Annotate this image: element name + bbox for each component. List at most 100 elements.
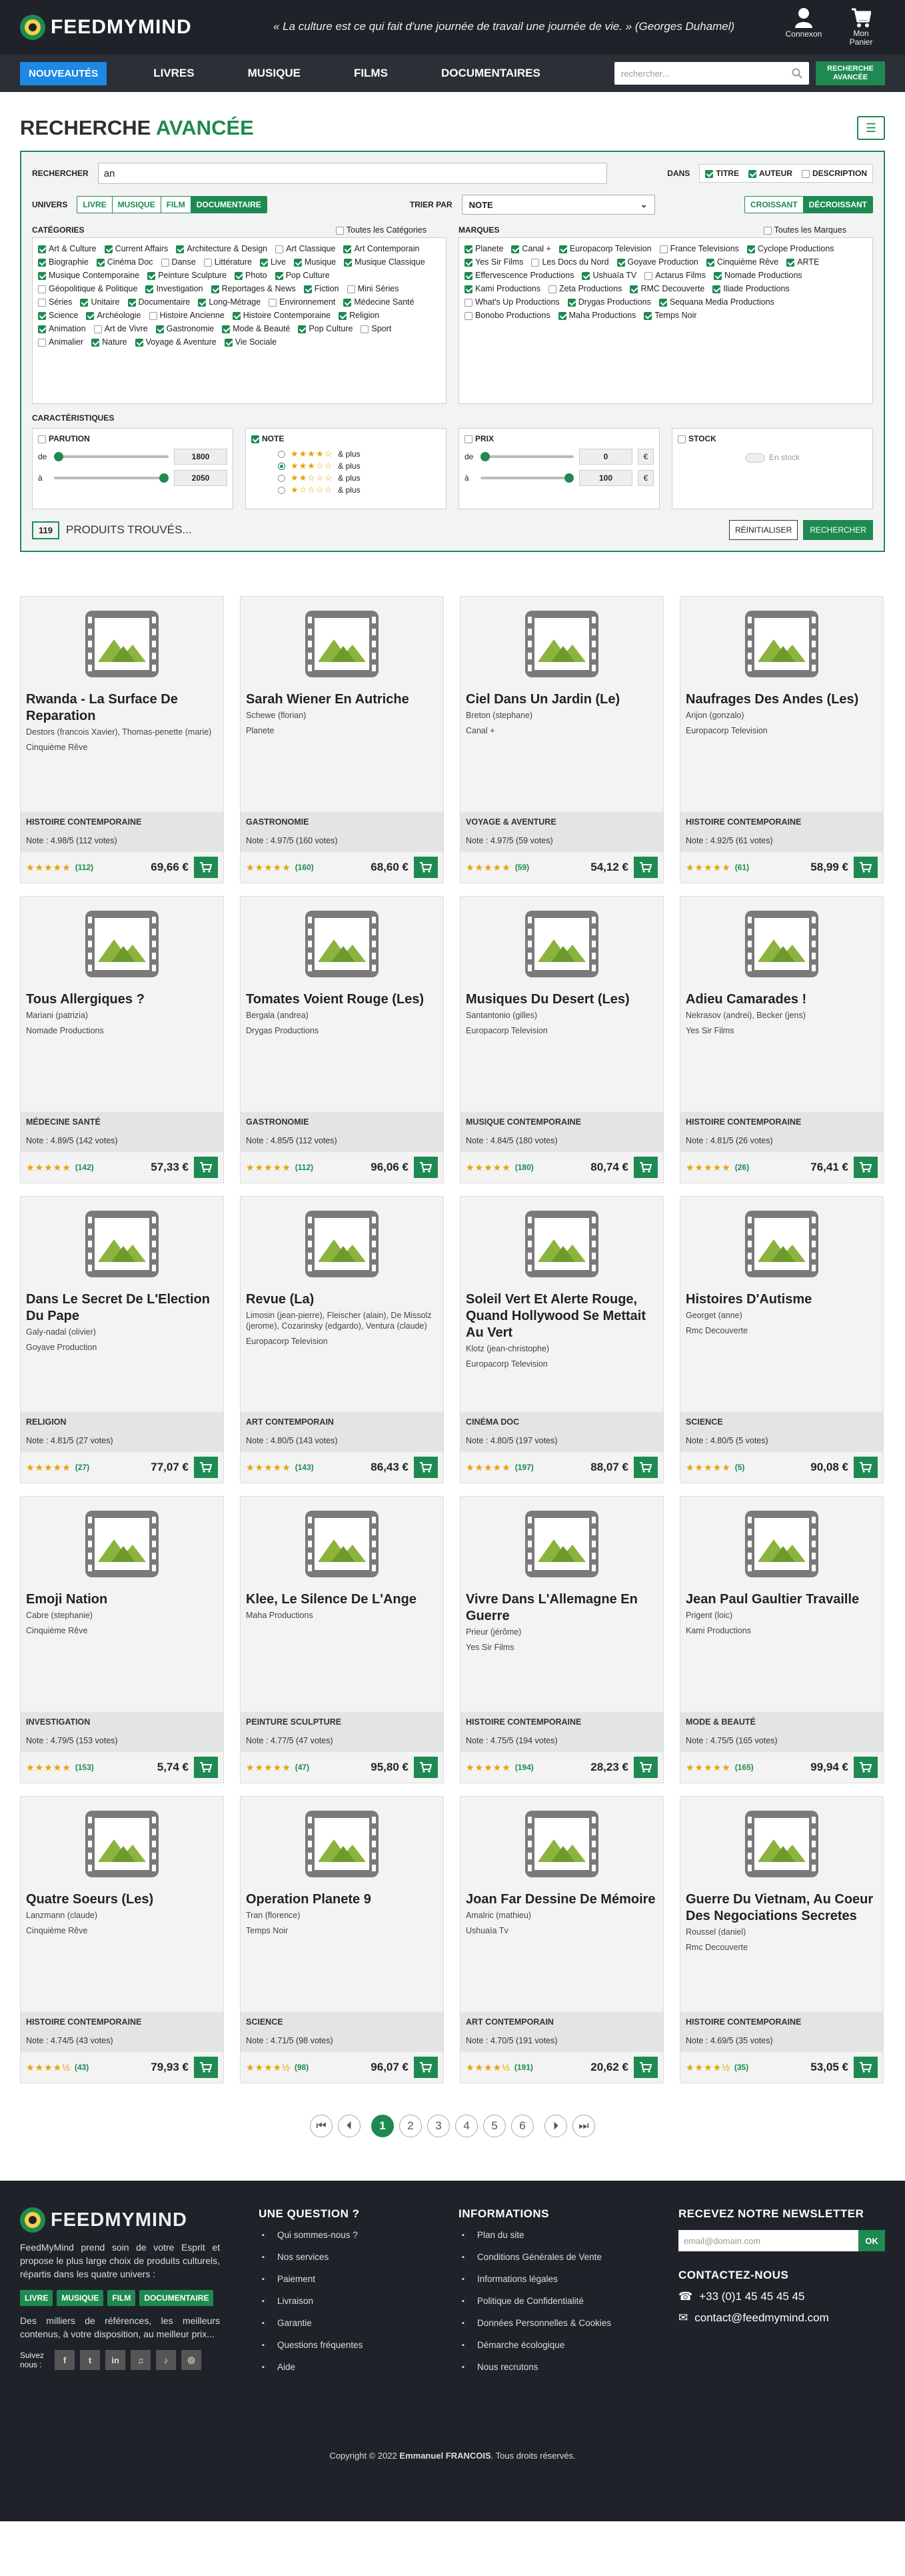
product-title[interactable]: Jean Paul Gaultier Travaille	[686, 1591, 878, 1608]
filter-option[interactable]: Live	[259, 257, 286, 267]
checkbox[interactable]	[558, 311, 566, 320]
add-to-cart-button[interactable]	[194, 1757, 218, 1778]
nav-item-films[interactable]: FILMS	[354, 67, 388, 80]
product-image[interactable]	[241, 897, 443, 991]
univers-film[interactable]: FILM	[161, 197, 191, 213]
filter-option[interactable]: Art de Vivre	[93, 324, 148, 333]
product-title[interactable]: Vivre Dans L'Allemagne En Guerre	[466, 1591, 658, 1625]
checkbox[interactable]	[298, 325, 307, 333]
prix-min-slider[interactable]	[480, 452, 574, 461]
checkbox[interactable]	[176, 245, 185, 253]
checkbox[interactable]	[86, 311, 95, 320]
filter-option[interactable]: RMC Decouverte	[630, 284, 704, 293]
page-button[interactable]: 3	[427, 2115, 450, 2137]
checkbox[interactable]	[706, 258, 714, 267]
reset-button[interactable]: RÉINITIALISER	[728, 520, 798, 540]
prix-max-field[interactable]: 100	[579, 470, 632, 486]
checkbox[interactable]	[339, 311, 347, 320]
add-to-cart-button[interactable]	[854, 2057, 878, 2078]
footer-link[interactable]: ▪ Aide	[259, 2362, 458, 2372]
filter-option[interactable]: Bonobo Productions	[464, 311, 550, 320]
filter-option[interactable]: Unitaire	[80, 297, 120, 307]
product-card[interactable]: Revue (La) Limosin (jean-pierre), Fleisch…	[240, 1196, 444, 1483]
filter-option[interactable]: Goyave Production	[616, 257, 698, 267]
checkbox[interactable]	[464, 258, 472, 267]
filter-option[interactable]: Pop Culture	[275, 271, 330, 280]
checkbox[interactable]	[558, 245, 567, 253]
page-button[interactable]: 1	[371, 2115, 394, 2137]
filter-option[interactable]: Nature	[91, 337, 127, 347]
newsletter-email-input[interactable]: email@domain.com	[678, 2230, 858, 2251]
filter-option[interactable]: Religion	[339, 311, 379, 320]
filter-option[interactable]: Les Docs du Nord	[531, 257, 609, 267]
page-button[interactable]: 6	[511, 2115, 534, 2137]
filter-option[interactable]: Current Affairs	[104, 244, 168, 253]
page-button[interactable]: 2	[399, 2115, 422, 2137]
page-button[interactable]: 5	[483, 2115, 506, 2137]
product-title[interactable]: Quatre Soeurs (Les)	[26, 1891, 218, 1908]
checkbox[interactable]	[361, 325, 369, 333]
parution-min-slider[interactable]	[54, 452, 169, 461]
checkbox[interactable]	[464, 298, 472, 307]
radio[interactable]	[278, 486, 285, 494]
checkbox[interactable]	[464, 245, 472, 253]
product-card[interactable]: Joan Far Dessine De Mémoire Amalric (math…	[460, 1796, 664, 2083]
filter-option[interactable]: Mode & Beauté	[222, 324, 290, 333]
checkbox[interactable]	[145, 285, 154, 293]
product-image[interactable]	[241, 1497, 443, 1591]
product-card[interactable]: Guerre Du Vietnam, Au Coeur Des Negociat…	[680, 1796, 884, 2083]
filter-option[interactable]: Art Classique	[275, 244, 335, 253]
univers-musique[interactable]: MUSIQUE	[112, 197, 161, 213]
checkbox[interactable]	[659, 245, 668, 253]
filter-option[interactable]: Documentaire	[127, 297, 190, 307]
footer-link[interactable]: ▪ Plan du site	[458, 2230, 658, 2240]
filter-option[interactable]: Séries	[38, 297, 72, 307]
checkbox[interactable]	[511, 245, 520, 253]
facebook-icon[interactable]: f	[55, 2350, 75, 2370]
site-logo[interactable]: FEEDMYMIND	[20, 15, 192, 40]
add-to-cart-button[interactable]	[194, 2057, 218, 2078]
dans-option[interactable]: TITRE	[705, 169, 739, 178]
product-image[interactable]	[241, 1797, 443, 1891]
filter-option[interactable]: Musique	[293, 257, 336, 267]
filter-option[interactable]: Drygas Productions	[567, 297, 651, 307]
filter-option[interactable]: Voyage & Aventure	[135, 337, 217, 347]
filter-option[interactable]: Art Contemporain	[343, 244, 419, 253]
checkbox[interactable]	[567, 298, 576, 307]
checkbox[interactable]	[38, 435, 46, 443]
product-title[interactable]: Histoires D'Autisme	[686, 1291, 878, 1308]
product-image[interactable]	[21, 1197, 223, 1291]
add-to-cart-button[interactable]	[854, 1157, 878, 1178]
product-card[interactable]: Jean Paul Gaultier Travaille Prigent (loi…	[680, 1496, 884, 1783]
footer-link[interactable]: ▪ Garantie	[259, 2318, 458, 2328]
dans-option[interactable]: DESCRIPTION	[801, 169, 867, 178]
checkbox[interactable]	[464, 271, 472, 280]
add-to-cart-button[interactable]	[854, 1757, 878, 1778]
product-image[interactable]	[680, 1197, 883, 1291]
parution-min-field[interactable]: 1800	[174, 449, 227, 465]
page-button[interactable]: 4	[455, 2115, 478, 2137]
checkbox[interactable]	[224, 338, 233, 347]
checkbox[interactable]	[343, 245, 352, 253]
product-image[interactable]	[21, 1497, 223, 1591]
product-image[interactable]	[460, 1197, 663, 1291]
footer-tag[interactable]: DOCUMENTAIRE	[139, 2290, 214, 2306]
add-to-cart-button[interactable]	[854, 1457, 878, 1478]
search-icon[interactable]	[792, 68, 802, 79]
checkbox[interactable]	[746, 245, 755, 253]
checkbox[interactable]	[203, 258, 212, 267]
univers-documentaire[interactable]: DOCUMENTAIRE	[191, 197, 267, 213]
filter-option[interactable]: Long-Métrage	[198, 297, 261, 307]
add-to-cart-button[interactable]	[414, 1757, 438, 1778]
checkbox[interactable]	[801, 169, 810, 178]
filter-option[interactable]: Temps Noir	[644, 311, 697, 320]
add-to-cart-button[interactable]	[634, 1157, 658, 1178]
product-image[interactable]	[241, 1197, 443, 1291]
product-card[interactable]: Dans Le Secret De L'Election Du Pape Galy…	[20, 1196, 224, 1483]
checkbox[interactable]	[147, 271, 156, 280]
filter-option[interactable]: Actarus Films	[644, 271, 706, 280]
instagram-icon[interactable]: ◎	[181, 2350, 201, 2370]
filter-option[interactable]: Europacorp Television	[558, 244, 652, 253]
footer-link[interactable]: ▪ Informations légales	[458, 2274, 658, 2284]
filter-option[interactable]: Ushuaïa TV	[582, 271, 636, 280]
